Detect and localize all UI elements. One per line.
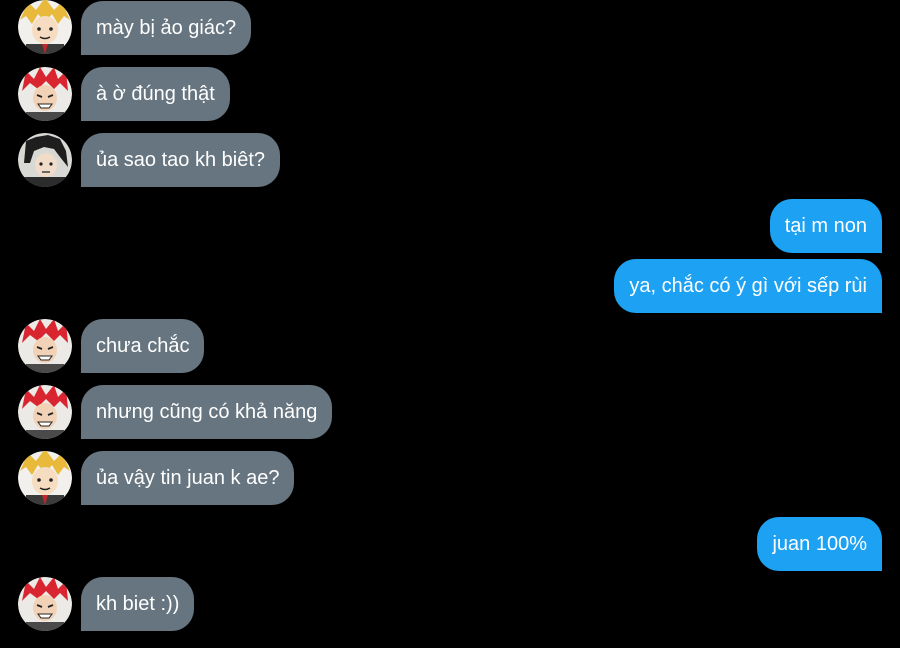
incoming-message: mày bị ảo giác? <box>81 1 252 55</box>
incoming-message: nhưng cũng có khả năng <box>81 385 333 439</box>
outgoing-message: ya, chắc có ý gì với sếp rùi <box>614 259 882 313</box>
incoming-message: à ờ đúng thật <box>81 67 230 121</box>
outgoing-message: juan 100% <box>757 517 882 571</box>
chat-thread: mày bị ảo giác? à ờ đúng thật ủa sao tao… <box>0 0 900 648</box>
incoming-message: chưa chắc <box>81 319 205 373</box>
red-hair-avatar[interactable] <box>18 385 72 439</box>
incoming-message: ủa vậy tin juan k ae? <box>81 451 295 505</box>
outgoing-message: tại m non <box>769 199 882 253</box>
red-hair-avatar[interactable] <box>18 319 72 373</box>
yellow-hair-avatar[interactable] <box>18 0 72 54</box>
yellow-hair-avatar[interactable] <box>18 451 72 505</box>
dark-hair-avatar[interactable] <box>18 133 72 187</box>
incoming-message: kh biet :)) <box>81 577 195 631</box>
incoming-message: ủa sao tao kh biêt? <box>81 133 281 187</box>
red-hair-avatar[interactable] <box>18 577 72 631</box>
red-hair-avatar[interactable] <box>18 67 72 121</box>
